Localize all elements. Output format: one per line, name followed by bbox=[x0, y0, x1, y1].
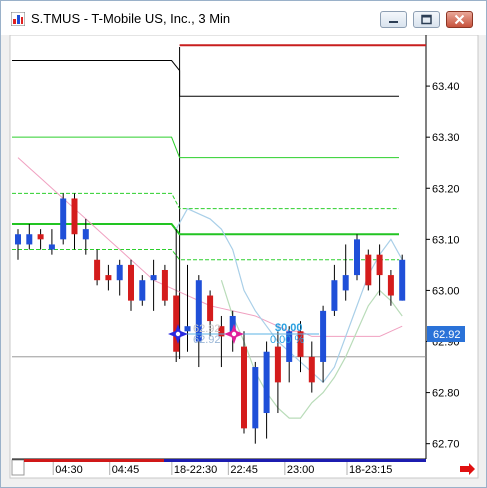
close-button[interactable] bbox=[446, 11, 473, 28]
candle bbox=[161, 264, 168, 306]
current-price-tag: 62.92 bbox=[427, 326, 465, 342]
price-tick-label: 62.80 bbox=[432, 388, 460, 400]
price-tick-label: 63.30 bbox=[432, 132, 460, 144]
candle-body bbox=[387, 275, 394, 296]
time-tick-label: 22:45 bbox=[230, 464, 258, 476]
order-price-faint-2: 62.92 bbox=[193, 334, 221, 346]
time-tick-label: 18-23:15 bbox=[349, 464, 392, 476]
scroll-left-box[interactable] bbox=[11, 459, 25, 476]
title-bar[interactable]: S.TMUS - T-Mobile US, Inc., 3 Min bbox=[1, 1, 486, 35]
candle-body bbox=[37, 234, 44, 240]
scroll-red-segment bbox=[24, 459, 164, 462]
candle-body bbox=[150, 275, 157, 281]
candle-body bbox=[15, 234, 21, 245]
candle bbox=[354, 234, 360, 281]
candle-body bbox=[94, 259, 101, 281]
candle-body bbox=[71, 198, 78, 235]
candle bbox=[365, 249, 372, 291]
candle bbox=[60, 193, 67, 245]
candle-body bbox=[274, 346, 281, 383]
candle-body bbox=[116, 264, 123, 281]
candle-body bbox=[161, 269, 168, 301]
time-tick-label: 23:00 bbox=[287, 464, 315, 476]
candle-body bbox=[105, 275, 112, 281]
candle-body bbox=[376, 254, 383, 276]
candle-body bbox=[139, 280, 146, 301]
candle-body bbox=[60, 198, 67, 240]
time-tick-label: 04:45 bbox=[112, 464, 140, 476]
candle-body bbox=[128, 264, 134, 301]
candle-body bbox=[252, 367, 259, 429]
order-pnl: $0.00 bbox=[275, 322, 303, 334]
candle-body bbox=[48, 244, 55, 250]
maximize-icon bbox=[421, 14, 432, 25]
price-tick-label: 63.20 bbox=[432, 183, 460, 195]
candle-body bbox=[308, 356, 315, 383]
candle-body bbox=[207, 295, 214, 322]
price-tick-label: 63.40 bbox=[432, 81, 460, 93]
candle bbox=[399, 254, 406, 301]
minimize-button[interactable] bbox=[380, 11, 407, 28]
current-price-label: 62.92 bbox=[433, 329, 461, 341]
time-tick-label: 04:30 bbox=[55, 464, 83, 476]
window-title: S.TMUS - T-Mobile US, Inc., 3 Min bbox=[31, 11, 231, 26]
candle-body bbox=[173, 295, 180, 352]
app-chart-icon bbox=[11, 12, 25, 26]
candle-body bbox=[320, 310, 327, 362]
order-pnl-pct: 0.00 % bbox=[270, 334, 304, 346]
price-chart[interactable]: 63.4063.3063.2063.1063.0062.9062.8062.70… bbox=[1, 35, 486, 487]
candle-body bbox=[26, 234, 33, 245]
candle-body bbox=[399, 259, 406, 301]
candle-body bbox=[184, 326, 191, 332]
price-tick-label: 62.70 bbox=[432, 439, 460, 451]
candle-body bbox=[263, 351, 270, 414]
candle-body bbox=[331, 280, 338, 311]
candle-body bbox=[342, 275, 349, 291]
time-tick-label: 18-22:30 bbox=[174, 464, 217, 476]
candle-body bbox=[365, 254, 372, 286]
chart-window: S.TMUS - T-Mobile US, Inc., 3 Min 63.40 6… bbox=[0, 0, 487, 488]
close-icon bbox=[454, 14, 465, 25]
candle-body bbox=[354, 239, 360, 276]
price-tick-label: 63.10 bbox=[432, 234, 460, 246]
scroll-blue-segment bbox=[164, 459, 426, 462]
candle-body bbox=[241, 346, 247, 429]
candle-body bbox=[82, 229, 89, 240]
minimize-icon bbox=[389, 21, 398, 23]
maximize-button[interactable] bbox=[413, 11, 440, 28]
price-tick-label: 63.00 bbox=[432, 285, 460, 297]
